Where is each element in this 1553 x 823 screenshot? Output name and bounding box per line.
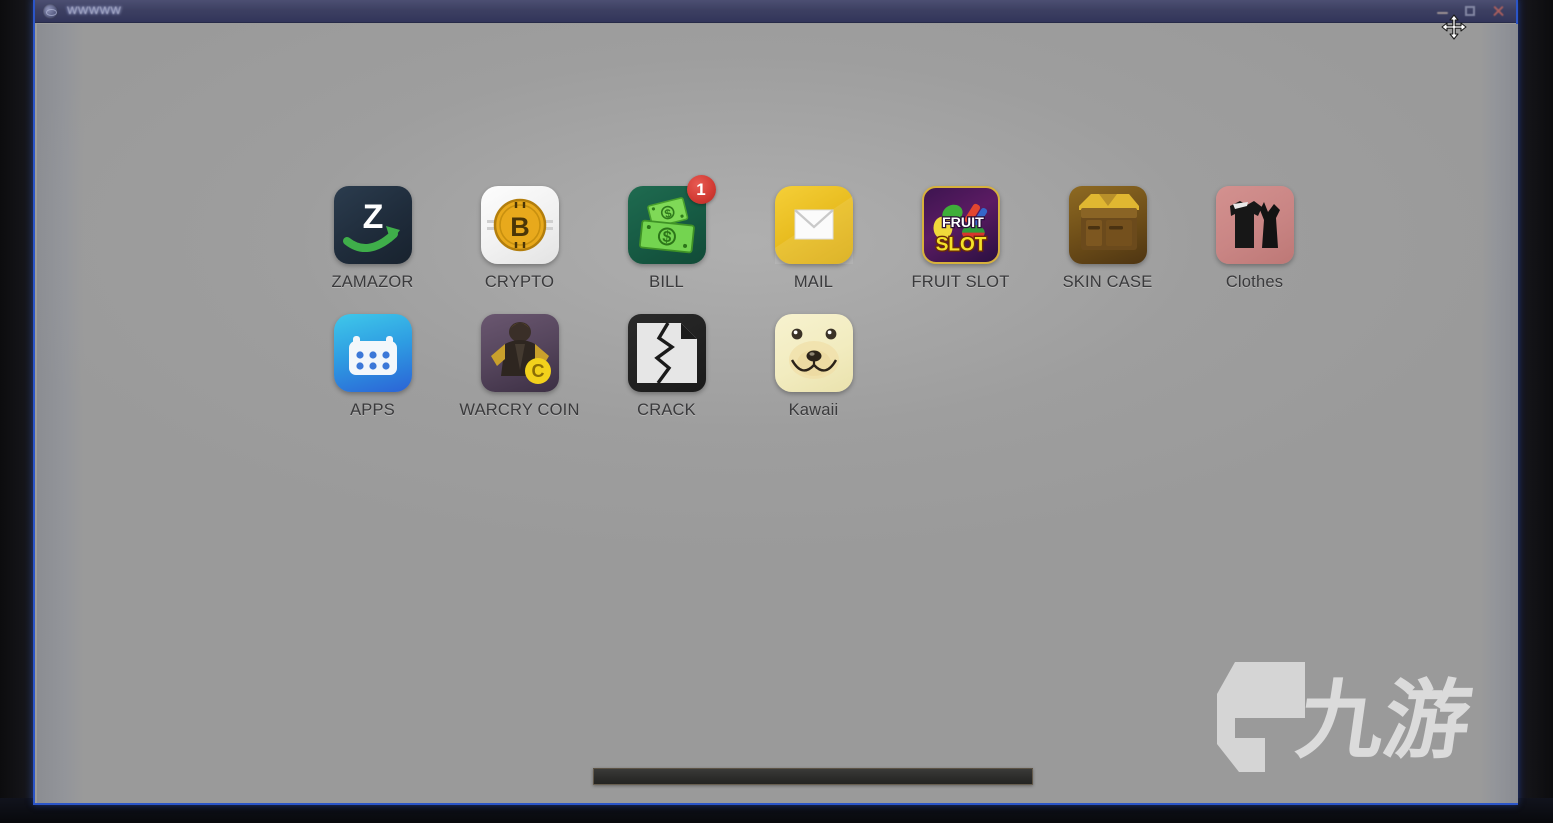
- icon-label: MAIL: [793, 273, 834, 291]
- app-globe-icon: [43, 3, 58, 19]
- svg-text:B: B: [510, 212, 530, 242]
- title-bar[interactable]: WWWWW: [35, 0, 1516, 23]
- icon-label: ZAMAZOR: [331, 273, 414, 291]
- taskbar[interactable]: [593, 768, 1033, 785]
- desktop-icon-mail[interactable]: MAIL: [740, 186, 887, 292]
- crack-icon: [627, 314, 706, 392]
- zamazor-glyph: Z: [342, 198, 400, 252]
- icon-label: CRACK: [637, 401, 696, 419]
- warrior-glyph: C: [490, 322, 551, 384]
- desktop-icon-grid: Z ZAMAZOR B CRYPTO $ $ 1 BILL MAIL FRUIT…: [299, 175, 1359, 442]
- mail-icon: [774, 186, 853, 264]
- envelope-glyph: [774, 196, 853, 264]
- notification-badge: 1: [686, 175, 716, 204]
- svg-text:Z: Z: [362, 198, 383, 236]
- g-logo-icon: [1217, 662, 1305, 772]
- bill-icon: $ $ 1: [627, 175, 716, 264]
- crypto-icon: B: [480, 186, 559, 264]
- desktop-right-shading: [1480, 24, 1518, 803]
- kawaii-icon: [774, 314, 853, 392]
- desktop-icon-crypto[interactable]: B CRYPTO: [446, 186, 593, 292]
- slot-word: SLOT: [935, 235, 986, 256]
- desktop-icon-fruit-slot[interactable]: FRUIT SLOT FRUIT SLOT: [887, 186, 1034, 292]
- icon-label: FRUIT SLOT: [911, 273, 1010, 291]
- desktop-left-shading: [37, 24, 84, 803]
- zamazor-icon: Z: [333, 186, 412, 264]
- desktop-icon-skin-case[interactable]: SKIN CASE: [1034, 186, 1181, 292]
- bitcoin-glyph: B: [486, 198, 553, 252]
- window-title: WWWWW: [67, 5, 122, 17]
- close-icon[interactable]: [1491, 4, 1506, 19]
- icon-label: BILL: [649, 273, 684, 291]
- desktop-icon-apps[interactable]: APPS: [299, 314, 446, 420]
- clothes-icon: [1215, 186, 1294, 264]
- watermark-logo: 九游: [1209, 652, 1518, 782]
- maximize-icon[interactable]: [1463, 4, 1478, 19]
- window-controls: [1435, 4, 1510, 19]
- desktop-icon-crack[interactable]: CRACK: [593, 314, 740, 420]
- icon-label: WARCRY COIN: [459, 401, 580, 419]
- minimize-icon[interactable]: [1435, 4, 1450, 19]
- warcry-coin-icon: C: [480, 314, 559, 392]
- bezel-right: [1518, 0, 1553, 823]
- icon-label: CRYPTO: [484, 273, 555, 291]
- desktop-surface[interactable]: Z ZAMAZOR B CRYPTO $ $ 1 BILL MAIL FRUIT…: [37, 24, 1518, 803]
- icon-row-2: APPS C WARCRY COIN CRACK Kawaii: [299, 314, 1359, 420]
- apps-icon: [333, 314, 412, 392]
- desktop-icon-clothes[interactable]: Clothes: [1181, 186, 1328, 292]
- desktop-icon-bill[interactable]: $ $ 1 BILL: [593, 175, 740, 292]
- clothing-glyph: [1229, 201, 1280, 248]
- app-window: WWWWW Z ZAMAZOR B CRYPTO $ $ 1 BILL MAIL…: [33, 0, 1518, 805]
- desktop-icon-kawaii[interactable]: Kawaii: [740, 314, 887, 420]
- svg-text:$: $: [661, 229, 672, 247]
- crate-glyph: [1078, 194, 1139, 250]
- icon-label: APPS: [350, 401, 395, 419]
- desktop-icon-zamazor[interactable]: Z ZAMAZOR: [299, 186, 446, 292]
- fruit-word: FRUIT: [941, 215, 983, 231]
- icon-row-1: Z ZAMAZOR B CRYPTO $ $ 1 BILL MAIL FRUIT…: [299, 175, 1359, 292]
- icon-label: SKIN CASE: [1062, 273, 1153, 291]
- fruit-slot-icon: FRUIT SLOT: [921, 186, 1000, 264]
- svg-text:C: C: [531, 361, 544, 381]
- icon-label: Kawaii: [788, 401, 839, 419]
- bear-face-glyph: [788, 328, 839, 379]
- fruit-slot-glyph: FRUIT SLOT: [932, 203, 988, 257]
- watermark-text: 九游: [1292, 673, 1477, 769]
- screen-bezel: WWWWW Z ZAMAZOR B CRYPTO $ $ 1 BILL MAIL…: [0, 0, 1553, 823]
- jiuyou-watermark: 九游: [1217, 662, 1477, 772]
- icon-label: Clothes: [1225, 273, 1284, 291]
- cracked-file-glyph: [636, 322, 697, 385]
- skin-case-icon: [1068, 186, 1147, 264]
- app-grid-glyph: [348, 336, 397, 375]
- bezel-left: [0, 0, 33, 823]
- desktop-icon-warcry-coin[interactable]: C WARCRY COIN: [446, 314, 593, 420]
